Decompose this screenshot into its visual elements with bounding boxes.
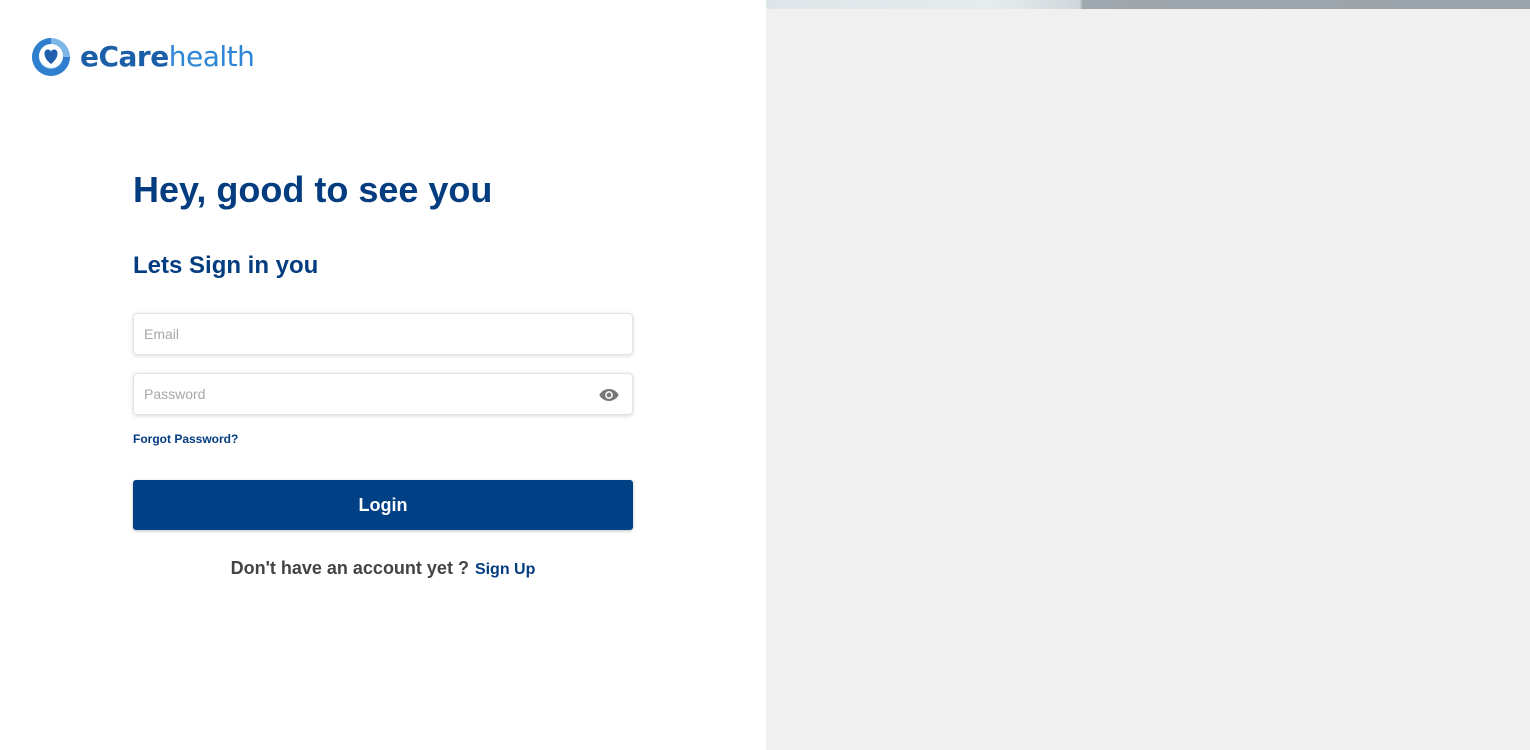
email-field-wrapper: [133, 313, 633, 355]
brand-word-health: health: [168, 40, 255, 73]
eye-icon[interactable]: [598, 384, 620, 406]
password-field[interactable]: [134, 374, 632, 414]
signup-link[interactable]: Sign Up: [475, 561, 535, 578]
password-field-wrapper: [133, 373, 633, 415]
form-subtitle: Lets Sign in you: [133, 252, 319, 279]
signup-prompt: Don't have an account yet ? Sign Up: [133, 556, 633, 582]
login-page: eCarehealth Hey, good to see you Lets Si…: [0, 0, 1530, 750]
heart-logo-icon: [32, 38, 70, 76]
brand-name: eCarehealth: [80, 35, 255, 79]
login-button[interactable]: Login: [133, 480, 633, 530]
brand-logo[interactable]: eCarehealth: [30, 35, 255, 79]
email-field[interactable]: [134, 314, 632, 354]
forgot-password-link[interactable]: Forgot Password?: [133, 431, 238, 447]
page-title: Hey, good to see you: [133, 169, 493, 210]
login-panel: eCarehealth Hey, good to see you Lets Si…: [0, 0, 766, 750]
hero-image-panel: [766, 0, 1530, 750]
signup-question: Don't have an account yet ?: [230, 558, 469, 578]
hero-image-edge: [766, 0, 1530, 9]
brand-word-ecare: eCare: [80, 40, 169, 73]
